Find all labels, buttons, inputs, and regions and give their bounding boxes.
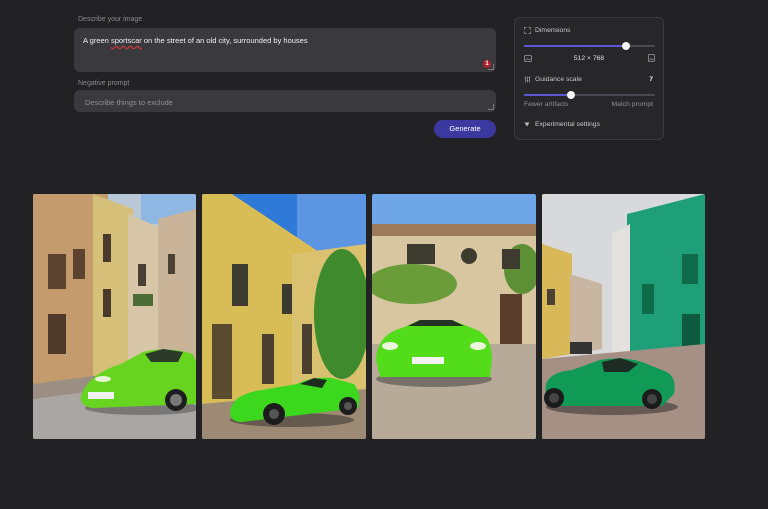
guidance-right-hint: Match prompt [611,101,653,108]
guidance-scale-label: Guidance scale [535,76,582,83]
dimensions-slider-thumb[interactable] [622,42,631,50]
guidance-left-hint: Fewer artifacts [524,101,569,108]
generated-image-2[interactable] [202,194,366,439]
dimensions-slider-fill [524,45,627,47]
generate-button[interactable]: Generate [434,120,496,138]
portrait-image-icon[interactable] [648,54,655,62]
prompt-text-end: on the street of an old city, surrounded… [141,36,308,45]
prompt-misspelled-word: sportscar [110,36,142,45]
caret-down-icon [524,122,530,127]
generated-image-2-picture [202,194,366,439]
negative-prompt-field[interactable] [74,90,496,114]
resize-handle-icon[interactable] [488,64,494,70]
dimensions-value: 512 × 768 [573,55,605,62]
sliders-icon [524,76,531,83]
generated-image-1-picture [33,194,196,439]
dimensions-label: Dimensions [535,27,571,34]
dimensions-slider[interactable] [524,42,655,50]
generated-image-3[interactable] [372,194,536,439]
generated-image-3-picture [372,194,536,439]
generated-image-1[interactable] [33,194,196,439]
prompt-text-start: A green [83,36,111,45]
guidance-scale-value: 7 [649,76,653,83]
settings-panel: Dimensions 512 × 768 Guidance scale 7 Fe… [514,17,664,140]
guidance-scale-slider-thumb[interactable] [567,91,576,99]
dimensions-icon [524,27,531,34]
negative-prompt-input[interactable] [83,90,491,114]
prompt-label: Describe your image [78,16,143,23]
landscape-image-icon[interactable] [524,55,532,62]
negative-prompt-label: Negative prompt [78,80,130,87]
generated-image-4-picture [542,194,705,439]
guidance-scale-slider-fill [524,94,572,96]
experimental-settings-label: Experimental settings [535,121,600,128]
guidance-scale-slider[interactable] [524,91,655,99]
generated-image-4[interactable] [542,194,705,439]
resize-handle-icon[interactable] [488,104,494,110]
prompt-textarea[interactable]: A green sportscar on the street of an ol… [74,28,496,72]
